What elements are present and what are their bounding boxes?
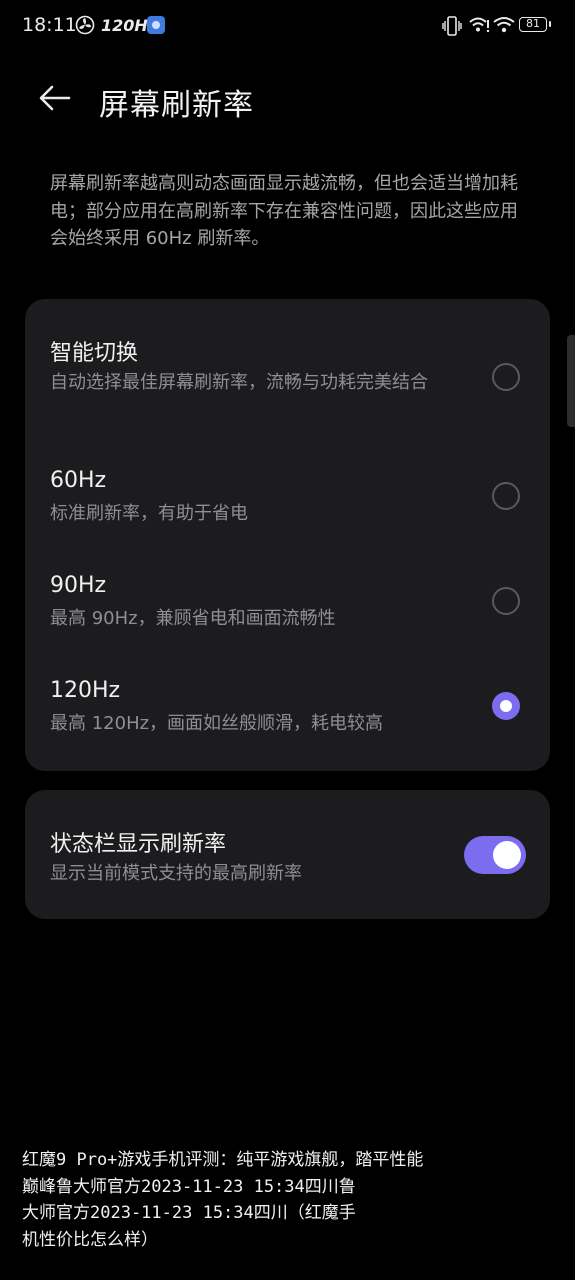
- status-bar-refresh-card[interactable]: 状态栏显示刷新率 显示当前模式支持的最高刷新率: [25, 790, 550, 919]
- setting-subtitle: 显示当前模式支持的最高刷新率: [50, 863, 302, 884]
- radio-button[interactable]: [492, 363, 520, 391]
- battery-icon: 81: [519, 17, 551, 32]
- option-90hz[interactable]: 90Hz 最高 90Hz，兼顾省电和画面流畅性: [25, 549, 550, 649]
- option-smart-switch[interactable]: 智能切换 自动选择最佳屏幕刷新率，流畅与功耗完美结合: [25, 299, 550, 439]
- status-time: 18:11: [22, 14, 77, 36]
- caption-line: 红魔9 Pro+游戏手机评测：纯平游戏旗舰，踏平性能: [22, 1150, 424, 1170]
- option-subtitle: 标准刷新率，有助于省电: [50, 503, 248, 524]
- vibrate-icon: [442, 16, 462, 36]
- option-subtitle: 最高 90Hz，兼顾省电和画面流畅性: [50, 608, 336, 629]
- wifi-calling-icon: [469, 17, 490, 33]
- caption-line: 机性价比怎么样）: [22, 1229, 158, 1250]
- option-subtitle: 自动选择最佳屏幕刷新率，流畅与功耗完美结合: [50, 372, 428, 393]
- status-bar: 18:11 120Hz 81: [0, 0, 575, 52]
- option-title: 120Hz: [50, 678, 121, 703]
- setting-title: 状态栏显示刷新率: [50, 832, 227, 857]
- radio-button[interactable]: [492, 482, 520, 510]
- refresh-rate-options-card: 智能切换 自动选择最佳屏幕刷新率，流畅与功耗完美结合 60Hz 标准刷新率，有助…: [25, 299, 550, 771]
- option-subtitle: 最高 120Hz，画面如丝般顺滑，耗电较高: [50, 713, 384, 734]
- status-bar-refresh-toggle[interactable]: [464, 836, 526, 874]
- option-title: 60Hz: [50, 468, 107, 493]
- caption-line: 大师官方2023-11-23 15:34四川（红魔手: [22, 1203, 356, 1223]
- option-title: 智能切换: [50, 341, 139, 366]
- option-120hz[interactable]: 120Hz 最高 120Hz，画面如丝般顺滑，耗电较高: [25, 654, 550, 754]
- wifi-icon: [493, 17, 515, 33]
- option-title: 90Hz: [50, 573, 107, 598]
- watermark-caption: 红魔9 Pro+游戏手机评测：纯平游戏旗舰，踏平性能 巅峰鲁大师官方2023-1…: [22, 1147, 562, 1253]
- radio-button-selected[interactable]: [492, 692, 520, 720]
- description-text: 屏幕刷新率越高则动态画面显示越流畅，但也会适当增加耗电；部分应用在高刷新率下存在…: [50, 173, 518, 249]
- side-edge-handle[interactable]: [567, 335, 575, 427]
- page-title: 屏幕刷新率: [99, 88, 254, 123]
- caption-line: 巅峰鲁大师官方2023-11-23 15:34四川鲁: [22, 1176, 356, 1197]
- fan-icon: [75, 15, 95, 35]
- app-notification-icon: [147, 16, 165, 34]
- back-arrow-icon[interactable]: [38, 84, 72, 112]
- option-60hz[interactable]: 60Hz 标准刷新率，有助于省电: [25, 444, 550, 544]
- radio-button[interactable]: [492, 587, 520, 615]
